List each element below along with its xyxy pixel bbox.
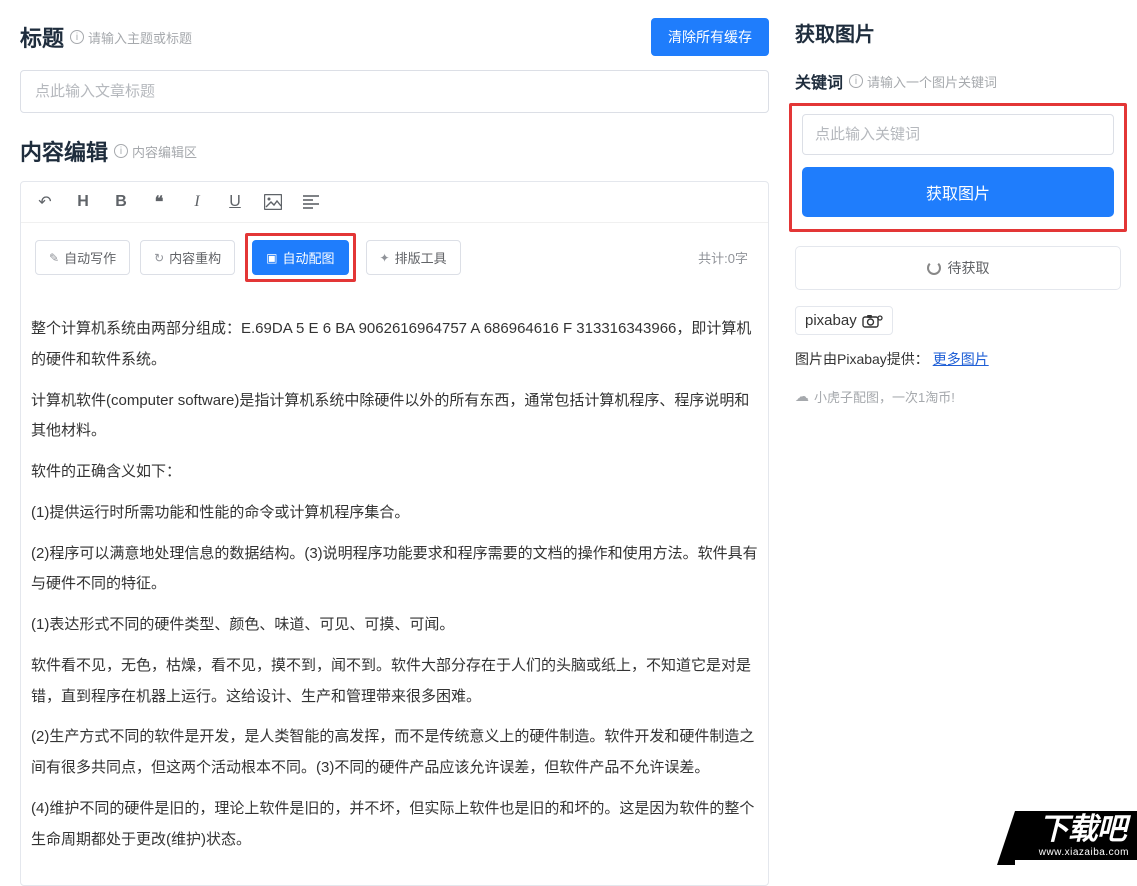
info-icon: i — [70, 30, 84, 44]
cloud-icon: ☁ — [795, 388, 809, 405]
keyword-input[interactable] — [802, 114, 1114, 155]
keyword-header: 关键词 i 请输入一个图片关键词 — [795, 69, 1127, 93]
content-paragraph: 软件看不见，无色，枯燥，看不见，摸不到，闻不到。软件大部分存在于人们的头脑或纸上… — [31, 651, 758, 713]
title-label: 标题 — [20, 21, 64, 53]
content-paragraph: (1)表达形式不同的硬件类型、颜色、味道、可见、可摸、可闻。 — [31, 610, 758, 641]
pending-label: 待获取 — [948, 258, 990, 278]
bold-icon[interactable]: B — [111, 192, 131, 212]
auto-image-label: 自动配图 — [283, 248, 335, 267]
picture-icon: ▣ — [266, 251, 277, 265]
layout-tool-label: 排版工具 — [395, 248, 447, 267]
tip-text: 小虎子配图，一次1淘币! — [814, 387, 955, 406]
keyword-label: 关键词 — [795, 69, 843, 93]
content-hint: 内容编辑区 — [132, 142, 197, 161]
credit-prefix: 图片由Pixabay提供： — [795, 351, 929, 367]
content-paragraph: (4)维护不同的硬件是旧的，理论上软件是旧的，并不坏，但实际上软件也是旧的和坏的… — [31, 794, 758, 856]
action-toolbar: ✎ 自动写作 ↻ 内容重构 ▣ 自动配图 ✦ 排版工具 共计:0字 — [21, 223, 768, 298]
more-images-link[interactable]: 更多图片 — [933, 351, 989, 367]
pixabay-text: pixabay — [805, 312, 857, 329]
content-paragraph: 计算机软件(computer software)是指计算机系统中除硬件以外的所有… — [31, 386, 758, 448]
right-panel-title: 获取图片 — [789, 18, 1127, 47]
pencil-icon: ✎ — [49, 251, 59, 265]
fetch-image-button[interactable]: 获取图片 — [802, 167, 1114, 217]
title-hint: 请输入主题或标题 — [88, 28, 192, 47]
editor-content[interactable]: 整个计算机系统由两部分组成：E.69DA 5 E 6 BA 9062616964… — [21, 298, 768, 885]
heading-icon[interactable]: H — [73, 192, 93, 212]
quote-icon[interactable]: ❝ — [149, 192, 169, 212]
camera-icon — [861, 314, 883, 328]
clear-cache-button[interactable]: 清除所有缓存 — [651, 18, 769, 56]
content-paragraph: 整个计算机系统由两部分组成：E.69DA 5 E 6 BA 9062616964… — [31, 314, 758, 376]
content-paragraph: (2)生产方式不同的软件是开发，是人类智能的高发挥，而不是传统意义上的硬件制造。… — [31, 722, 758, 784]
content-label: 内容编辑 — [20, 135, 108, 167]
restructure-button[interactable]: ↻ 内容重构 — [140, 240, 235, 275]
highlight-box: ▣ 自动配图 — [245, 233, 355, 282]
watermark-sub: www.xiazaiba.com — [1039, 847, 1129, 858]
word-count: 共计:0字 — [698, 248, 754, 267]
content-paragraph: (1)提供运行时所需功能和性能的命令或计算机程序集合。 — [31, 498, 758, 529]
auto-write-button[interactable]: ✎ 自动写作 — [35, 240, 130, 275]
watermark: 下载吧 www.xiazaiba.com — [1015, 811, 1137, 860]
watermark-main: 下载吧 — [1039, 815, 1129, 845]
credit-line: 图片由Pixabay提供： 更多图片 — [795, 349, 1127, 369]
pixabay-badge: pixabay — [795, 306, 893, 335]
restructure-label: 内容重构 — [169, 248, 221, 267]
italic-icon[interactable]: I — [187, 192, 207, 212]
editor-box: ↶ H B ❝ I U ✎ 自动写作 ↻ — [20, 181, 769, 886]
keyword-hint: 请输入一个图片关键词 — [867, 72, 997, 91]
wand-icon: ✦ — [380, 251, 390, 265]
fetch-highlight-box: 获取图片 — [789, 103, 1127, 232]
title-input[interactable] — [20, 70, 769, 113]
layout-tool-button[interactable]: ✦ 排版工具 — [366, 240, 461, 275]
refresh-icon: ↻ — [154, 251, 164, 265]
tip-line: ☁ 小虎子配图，一次1淘币! — [795, 387, 1127, 406]
format-toolbar: ↶ H B ❝ I U — [21, 182, 768, 223]
info-icon: i — [849, 74, 863, 88]
undo-icon[interactable]: ↶ — [35, 192, 55, 212]
auto-write-label: 自动写作 — [64, 248, 116, 267]
info-icon: i — [114, 144, 128, 158]
image-icon[interactable] — [263, 192, 283, 212]
auto-image-button[interactable]: ▣ 自动配图 — [252, 240, 348, 275]
underline-icon[interactable]: U — [225, 192, 245, 212]
align-left-icon[interactable] — [301, 192, 321, 212]
content-paragraph: 软件的正确含义如下： — [31, 457, 758, 488]
content-paragraph: (2)程序可以满意地处理信息的数据结构。(3)说明程序功能要求和程序需要的文档的… — [31, 539, 758, 601]
spinner-icon — [927, 261, 941, 275]
pending-status[interactable]: 待获取 — [795, 246, 1121, 290]
